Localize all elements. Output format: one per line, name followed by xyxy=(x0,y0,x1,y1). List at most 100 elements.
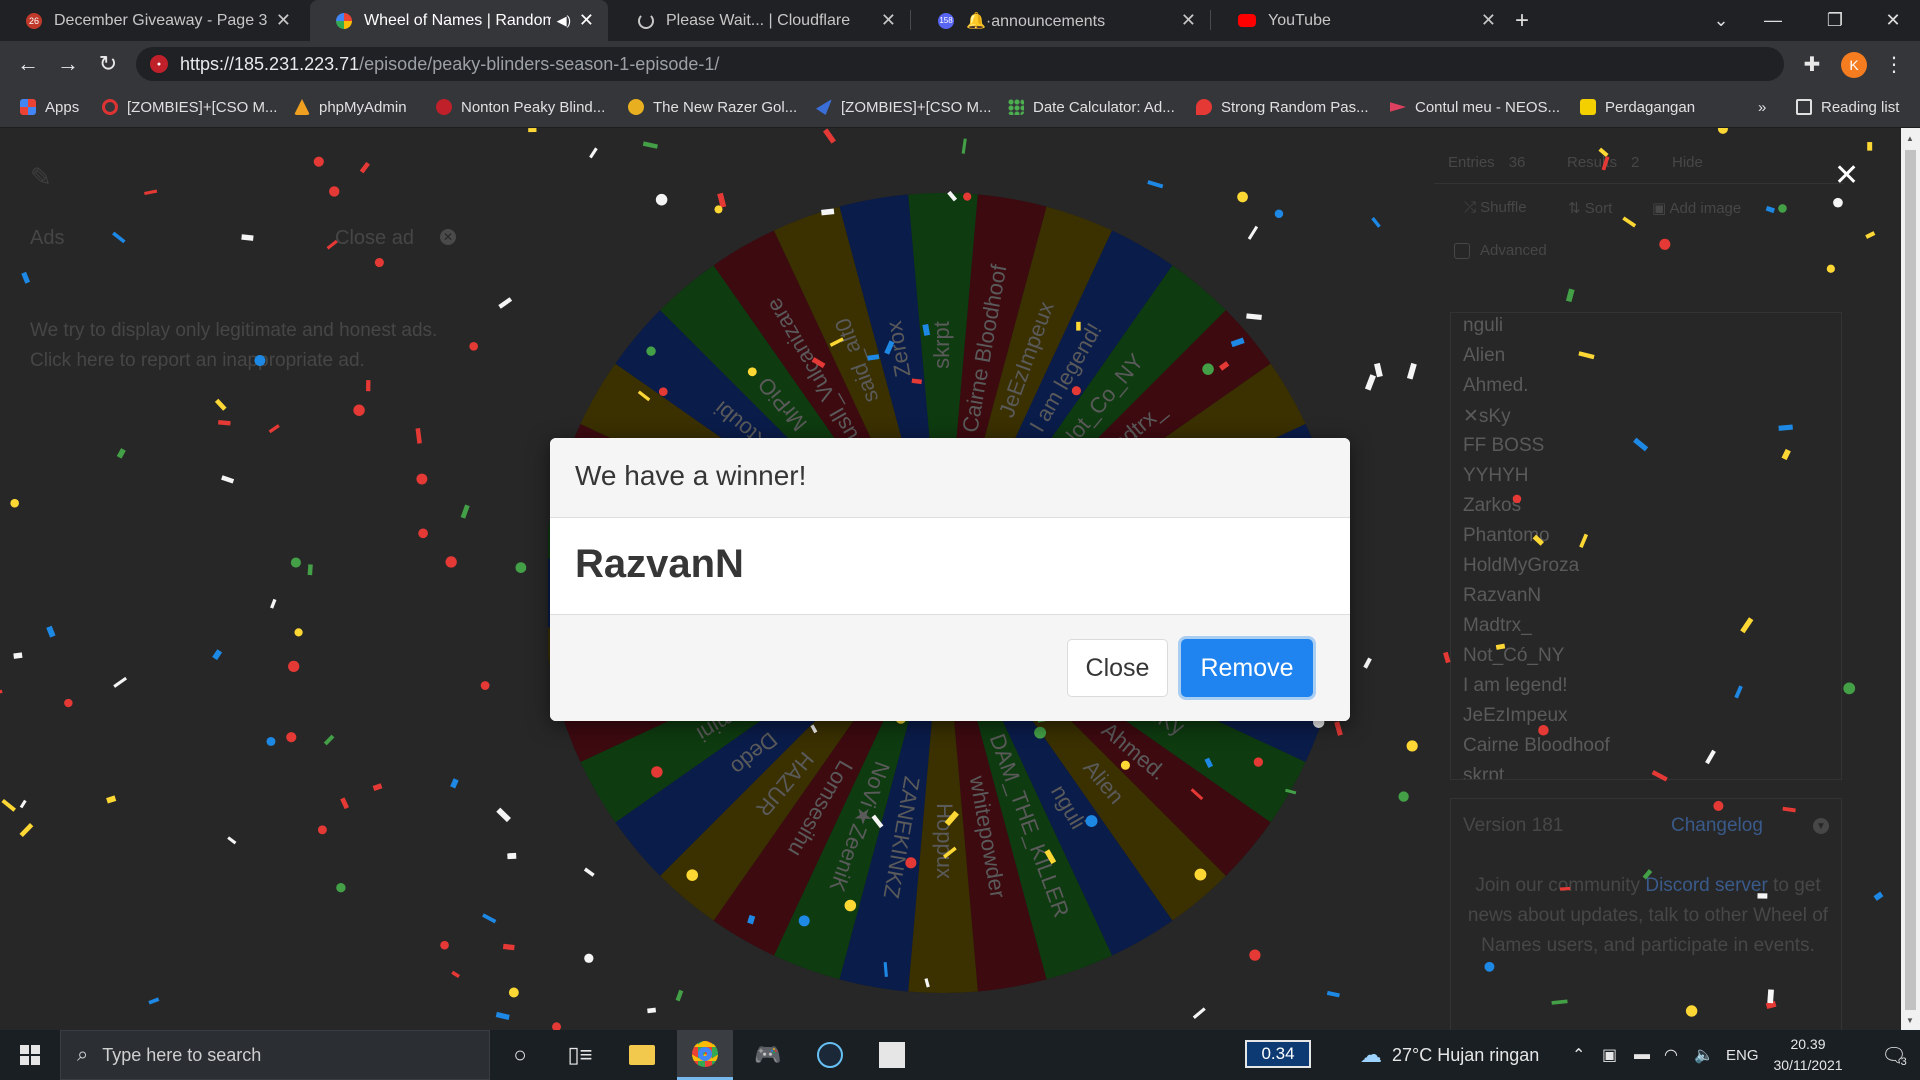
counter-strike-icon[interactable] xyxy=(864,1030,920,1080)
show-hidden-icons[interactable]: ⌃ xyxy=(1572,1030,1585,1080)
tab-wheel-of-names[interactable]: Wheel of Names | Random n ◀) ✕ xyxy=(310,0,608,41)
confetti-piece xyxy=(1406,362,1417,380)
advanced-checkbox[interactable]: Advanced xyxy=(1454,242,1547,259)
sort-icon: ⇅ xyxy=(1568,200,1585,217)
dots-icon xyxy=(1008,99,1024,115)
shuffle-button[interactable]: ⤮ Shuffle xyxy=(1464,199,1527,216)
checkbox-icon[interactable] xyxy=(1454,242,1470,259)
cortana-icon[interactable]: ○ xyxy=(492,1030,548,1080)
language-indicator[interactable]: ENG xyxy=(1726,1030,1759,1080)
volume-icon[interactable]: 🔈 xyxy=(1694,1030,1714,1080)
steam-icon[interactable] xyxy=(802,1030,858,1080)
gamepad-icon[interactable]: 🎮 xyxy=(740,1030,796,1080)
speaker-icon[interactable]: ◀) xyxy=(557,13,571,29)
url-text[interactable]: https://185.231.223.71/episode/peaky-bli… xyxy=(180,54,719,75)
minimize-icon[interactable]: — xyxy=(1742,0,1804,41)
task-view-icon[interactable]: ▯≡ xyxy=(552,1030,608,1080)
restore-icon[interactable]: ❐ xyxy=(1804,0,1866,41)
bookmark-date-calculator[interactable]: Date Calculator: Ad... xyxy=(1008,87,1175,127)
confetti-piece xyxy=(440,940,449,950)
forward-icon[interactable]: → xyxy=(52,48,84,80)
wheel-label: skrpt xyxy=(929,321,954,369)
tab-december-giveaway[interactable]: 26 December Giveaway - Page 3 - C ✕ xyxy=(0,0,305,41)
entry-line: FF BOSS xyxy=(1463,435,1545,456)
close-window-icon[interactable]: ✕ xyxy=(1862,0,1920,41)
bookmark-zombies-2[interactable]: [ZOMBIES]+[CSO M... xyxy=(816,87,991,127)
notification-center-icon[interactable]: 🗨 3 xyxy=(1868,1030,1920,1080)
close-button[interactable]: Close xyxy=(1067,639,1168,697)
edit-icon[interactable]: ✎ xyxy=(30,162,52,193)
menu-icon[interactable]: ⋮ xyxy=(1878,48,1910,80)
bookmark-perdagangan[interactable]: Perdagangan xyxy=(1580,87,1695,127)
close-tab-icon[interactable]: ✕ xyxy=(1481,10,1496,31)
confetti-piece xyxy=(1363,657,1372,669)
close-tab-icon[interactable]: ✕ xyxy=(881,10,896,31)
search-icon: ⌕ xyxy=(77,1043,89,1066)
bookmark-apps[interactable]: Apps xyxy=(20,87,79,127)
page-scrollbar[interactable]: ▲ ▼ xyxy=(1901,128,1920,1030)
new-tab-icon[interactable]: + xyxy=(1502,0,1542,41)
image-icon: ▣ xyxy=(1652,200,1670,217)
sort-button[interactable]: ⇅ Sort xyxy=(1568,199,1612,217)
entries-textarea[interactable]: nguli Alien Ahmed. ✕sKy FF BOSS YYHYH Zarkos Ph… xyxy=(1450,312,1842,780)
confetti-piece xyxy=(1,798,16,812)
tab-entries[interactable]: Entries 36 xyxy=(1448,142,1525,182)
wifi-icon[interactable]: ◠ xyxy=(1664,1030,1678,1080)
performance-meter[interactable]: 0.34 xyxy=(1245,1040,1311,1068)
bookmarks-overflow-icon[interactable]: » xyxy=(1758,87,1766,127)
entry-line: YYHYH xyxy=(1463,465,1529,486)
confetti-piece xyxy=(416,473,428,485)
entries-panel: Entries 36 Results 2 Hide ⤮ Shuffle ⇅ So… xyxy=(1434,142,1844,1030)
ads-disclaimer[interactable]: We try to display only legitimate and ho… xyxy=(30,316,450,376)
cloud-rain-icon: ☁ xyxy=(1360,1042,1382,1067)
site-info-icon[interactable]: ● xyxy=(150,55,168,73)
confetti-piece xyxy=(46,625,56,638)
tab-youtube[interactable]: YouTube ✕ xyxy=(1212,0,1510,41)
start-button[interactable] xyxy=(0,1030,60,1080)
tab-cloudflare[interactable]: Please Wait... | Cloudflare ✕ xyxy=(612,0,910,41)
battery-icon[interactable]: ▬ xyxy=(1634,1030,1650,1080)
confetti-piece xyxy=(353,404,365,416)
confetti-piece xyxy=(64,698,73,708)
changelog-link[interactable]: Changelog xyxy=(1671,815,1763,837)
add-image-button[interactable]: ▣ Add image xyxy=(1652,199,1741,217)
close-overlay-icon[interactable]: ✕ xyxy=(1834,158,1859,193)
confetti-piece xyxy=(266,736,276,746)
bookmark-zombies-1[interactable]: [ZOMBIES]+[CSO M... xyxy=(102,87,277,127)
reload-icon[interactable]: ↻ xyxy=(92,48,124,80)
meet-now-icon[interactable]: ▣ xyxy=(1602,1030,1617,1080)
taskbar-search[interactable]: ⌕ Type here to search xyxy=(60,1030,490,1080)
confetti-piece xyxy=(1865,231,1876,239)
entry-line: Alien xyxy=(1463,345,1506,366)
chevron-down-icon[interactable]: ▼ xyxy=(1813,818,1829,834)
bookmark-random-password[interactable]: Strong Random Pas... xyxy=(1196,87,1369,127)
chrome-taskbar-icon[interactable] xyxy=(677,1030,733,1080)
weather-widget[interactable]: ☁ 27°C Hujan ringan xyxy=(1360,1030,1539,1080)
close-ad-icon[interactable]: ✕ xyxy=(440,229,456,245)
bookmark-razer[interactable]: The New Razer Gol... xyxy=(628,87,797,127)
tab-announcements[interactable]: 158 🔔·announcements ✕ xyxy=(912,0,1210,41)
bookmark-peaky-blinders[interactable]: Nonton Peaky Blind... xyxy=(436,87,605,127)
bookmark-neos[interactable]: Contul meu - NEOS... xyxy=(1390,87,1560,127)
profile-avatar[interactable]: K xyxy=(1841,52,1867,78)
discord-link[interactable]: Discord server xyxy=(1645,875,1767,896)
address-bar[interactable]: ● https://185.231.223.71/episode/peaky-b… xyxy=(136,47,1784,81)
tab-title: 🔔·announcements xyxy=(966,12,1106,30)
bookmark-phpmyadmin[interactable]: phpMyAdmin xyxy=(294,87,407,127)
remove-button[interactable]: Remove xyxy=(1181,639,1313,697)
tab-hide[interactable]: Hide xyxy=(1672,142,1703,182)
entry-line: Ahmed. xyxy=(1463,375,1529,396)
confetti-piece xyxy=(313,156,324,167)
close-tab-icon[interactable]: ✕ xyxy=(579,10,594,31)
system-clock[interactable]: 20.39 30/11/2021 xyxy=(1768,1034,1848,1076)
back-icon[interactable]: ← xyxy=(12,48,44,80)
extensions-icon[interactable]: ✚ xyxy=(1796,48,1828,80)
confetti-piece xyxy=(317,825,327,835)
close-tab-icon[interactable]: ✕ xyxy=(1181,10,1196,31)
close-tab-icon[interactable]: ✕ xyxy=(276,10,291,31)
tab-results[interactable]: Results 2 xyxy=(1567,142,1639,182)
file-explorer-icon[interactable] xyxy=(614,1030,670,1080)
reading-list-button[interactable]: Reading list xyxy=(1796,87,1899,127)
confetti-piece xyxy=(307,564,313,576)
close-ad-link[interactable]: Close ad xyxy=(335,227,414,250)
